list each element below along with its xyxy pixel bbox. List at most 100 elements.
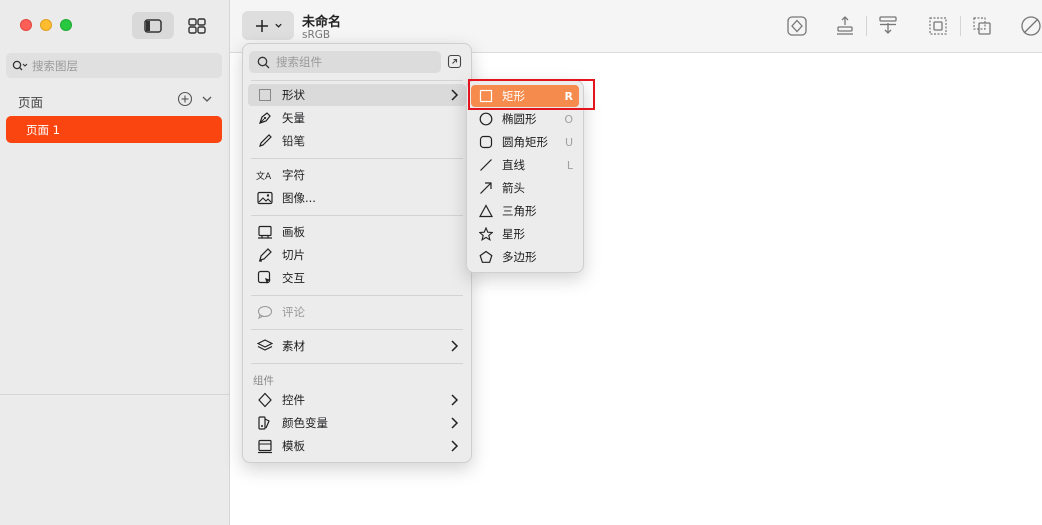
toolbar-separator (960, 16, 961, 36)
menu-item-label: 颜色变量 (282, 416, 328, 430)
menu-item-color-variables[interactable]: 颜色变量 (248, 412, 466, 434)
components-view-button[interactable] (176, 12, 218, 39)
menu-item-pencil[interactable]: 铅笔 (248, 130, 466, 152)
menu-item-label: 图像... (282, 191, 316, 205)
rounded-rectangle-icon (478, 134, 494, 150)
menu-item-label: 矢量 (282, 111, 305, 125)
insert-button[interactable] (242, 11, 294, 40)
menu-item-vector[interactable]: 矢量 (248, 107, 466, 129)
insert-menu: 搜索组件 形状 矢量 铅笔 文A 字符 图像... 画板 切片 交互 评论 素材… (242, 43, 472, 463)
shape-item-rounded-rectangle[interactable]: 圆角矩形 U (471, 131, 579, 153)
send-backward-icon (879, 16, 897, 34)
chevron-right-icon (451, 340, 459, 352)
layer-search-placeholder: 搜索图层 (32, 58, 78, 73)
mask-icon (1021, 16, 1041, 36)
menu-item-label: 铅笔 (282, 134, 305, 148)
sidebar-divider (0, 394, 230, 395)
search-icon (257, 56, 270, 68)
shortcut-key: L (566, 158, 573, 172)
triangle-icon (478, 203, 494, 219)
menu-separator (251, 295, 463, 296)
shape-item-oval[interactable]: 椭圆形 O (471, 108, 579, 130)
menu-item-label: 控件 (282, 393, 305, 407)
template-icon (256, 437, 274, 455)
chevron-down-icon (274, 23, 282, 28)
page-item[interactable]: 页面 1 (6, 116, 222, 143)
shape-item-label: 椭圆形 (502, 112, 537, 126)
shape-item-star[interactable]: 星形 (471, 223, 579, 245)
ungroup-icon (973, 17, 991, 35)
close-window-button[interactable] (20, 19, 32, 31)
menu-item-comment: 评论 (248, 301, 466, 323)
components-section-label: 组件 (253, 375, 274, 387)
backward-button[interactable] (876, 14, 900, 38)
chevron-right-icon (451, 417, 459, 429)
pages-title: 页面 (18, 95, 44, 110)
menu-item-label: 切片 (282, 248, 305, 262)
sidebar: 搜索图层 页面 页面 1 (0, 0, 230, 525)
line-icon (478, 157, 494, 173)
shortcut-key: O (564, 112, 573, 126)
search-filter-icon (12, 60, 28, 70)
text-icon: 文A (256, 166, 274, 184)
popout-icon[interactable] (447, 54, 462, 69)
menu-item-image[interactable]: 图像... (248, 187, 466, 209)
arrow-icon (478, 180, 494, 196)
group-button[interactable] (926, 14, 950, 38)
image-icon (256, 189, 274, 207)
artboard-icon (256, 223, 274, 241)
menu-separator (251, 158, 463, 159)
component-search-input[interactable]: 搜索组件 (249, 51, 441, 73)
zoom-window-button[interactable] (60, 19, 72, 31)
highlight-frame (468, 79, 595, 110)
chevron-down-icon[interactable] (201, 93, 213, 105)
menu-item-label: 形状 (282, 88, 305, 102)
shape-item-polygon[interactable]: 多边形 (471, 246, 579, 268)
shape-item-label: 直线 (502, 158, 525, 172)
create-symbol-button[interactable] (785, 14, 809, 38)
shape-item-label: 三角形 (502, 204, 537, 218)
minimize-window-button[interactable] (40, 19, 52, 31)
menu-item-artboard[interactable]: 画板 (248, 221, 466, 243)
shape-item-label: 圆角矩形 (502, 135, 548, 149)
menu-item-interaction[interactable]: 交互 (248, 267, 466, 289)
menu-item-text[interactable]: 文A 字符 (248, 164, 466, 186)
shape-item-label: 星形 (502, 227, 525, 241)
pages-header: 页面 (18, 91, 218, 111)
shape-item-line[interactable]: 直线 L (471, 154, 579, 176)
plus-icon (255, 19, 268, 32)
shortcut-key: U (564, 135, 573, 149)
menu-item-label: 画板 (282, 225, 305, 239)
chevron-right-icon (451, 394, 459, 406)
comment-icon (256, 303, 274, 321)
app-window: 搜索图层 页面 页面 1 未命名 sRGB 搜索组件 形状 矢量 铅笔 文A 字… (0, 0, 1042, 525)
menu-item-label: 字符 (282, 168, 305, 182)
chevron-right-icon (451, 440, 459, 452)
layer-search-input[interactable]: 搜索图层 (6, 53, 222, 78)
ungroup-button[interactable] (970, 14, 994, 38)
svg-text:文A: 文A (256, 170, 272, 182)
polygon-icon (478, 249, 494, 265)
chevron-right-icon (451, 89, 459, 101)
symbol-icon (787, 16, 807, 36)
menu-separator (251, 215, 463, 216)
mask-button[interactable] (1019, 14, 1042, 38)
menu-item-slice[interactable]: 切片 (248, 244, 466, 266)
shape-item-arrow[interactable]: 箭头 (471, 177, 579, 199)
forward-button[interactable] (833, 14, 857, 38)
menu-item-label: 模板 (282, 439, 305, 453)
color-icon (256, 414, 274, 432)
menu-item-assets[interactable]: 素材 (248, 335, 466, 357)
menu-separator (251, 329, 463, 330)
page-item-label: 页面 1 (26, 122, 60, 137)
menu-item-shape[interactable]: 形状 (248, 84, 466, 106)
layers-view-button[interactable] (132, 12, 174, 39)
menu-item-controls[interactable]: 控件 (248, 389, 466, 411)
shape-item-label: 箭头 (502, 181, 525, 195)
pencil-icon (256, 132, 274, 150)
toolbar-separator (866, 16, 867, 36)
layers-icon (256, 337, 274, 355)
add-page-icon[interactable] (177, 91, 193, 107)
menu-item-templates[interactable]: 模板 (248, 435, 466, 457)
shape-item-triangle[interactable]: 三角形 (471, 200, 579, 222)
